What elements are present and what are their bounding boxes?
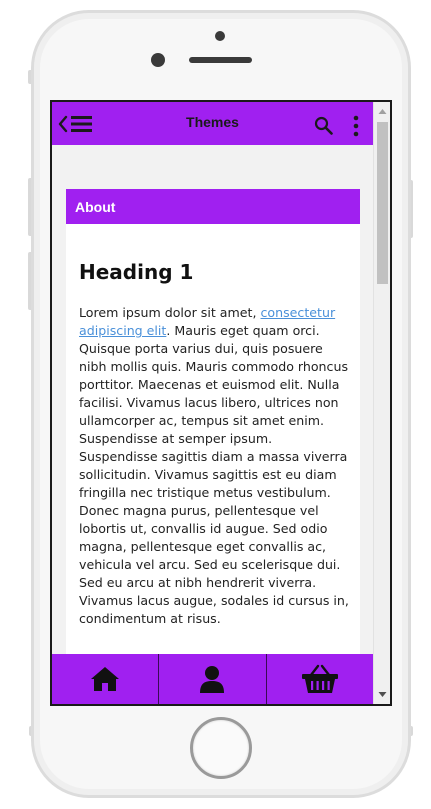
nav-basket-button[interactable] bbox=[265, 654, 373, 704]
paragraph-text-start: Lorem ipsum dolor sit amet, bbox=[79, 305, 261, 320]
search-icon[interactable] bbox=[314, 116, 334, 136]
earpiece-speaker bbox=[189, 57, 252, 63]
phone-screen: Themes About Heading 1 Lorem ipsum dolor… bbox=[50, 100, 392, 706]
card-header: About bbox=[66, 189, 360, 224]
phone-home-button[interactable] bbox=[190, 717, 252, 779]
app-content: Themes About Heading 1 Lorem ipsum dolor… bbox=[52, 102, 373, 704]
content-card: Heading 1 Lorem ipsum dolor sit amet, co… bbox=[66, 224, 360, 674]
bottom-navigation bbox=[52, 654, 373, 704]
scrollbar-thumb[interactable] bbox=[377, 122, 388, 284]
paragraph-text-end: . Mauris eget quam orci. Quisque porta v… bbox=[79, 323, 349, 626]
scroll-down-arrow-icon[interactable] bbox=[374, 688, 391, 700]
nav-profile-button[interactable] bbox=[158, 654, 265, 704]
scroll-up-arrow-icon[interactable] bbox=[374, 106, 391, 118]
basket-icon bbox=[301, 664, 338, 693]
app-header: Themes bbox=[52, 102, 373, 145]
vertical-scrollbar[interactable] bbox=[373, 102, 390, 704]
front-camera bbox=[151, 53, 165, 67]
more-vertical-icon[interactable] bbox=[349, 115, 363, 137]
home-icon bbox=[91, 667, 120, 691]
card-paragraph: Lorem ipsum dolor sit amet, consectetur … bbox=[79, 304, 350, 628]
card-heading: Heading 1 bbox=[79, 260, 194, 284]
user-icon bbox=[200, 666, 225, 693]
nav-home-button[interactable] bbox=[52, 654, 158, 704]
front-sensor bbox=[215, 31, 225, 41]
